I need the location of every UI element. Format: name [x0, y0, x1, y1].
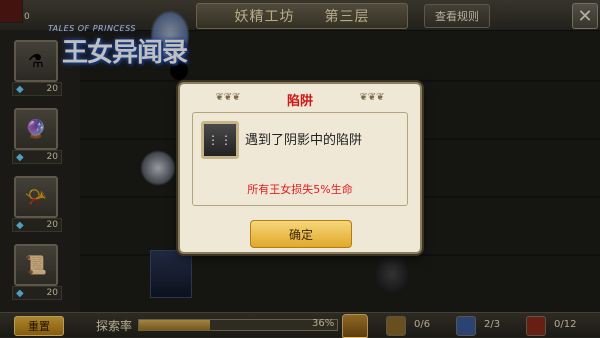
dialog-content: ⋮⋮ 遇到了阴影中的陷阱 所有王女损失5%生命: [192, 112, 408, 206]
dialog-title: 陷阱: [286, 94, 313, 109]
trap-effect: 所有王女损失5%生命: [247, 183, 353, 196]
trap-message: 遇到了阴影中的陷阱: [245, 133, 363, 148]
trap-dialog: ❦❦❦ ❦❦❦ 陷阱 ⋮⋮ 遇到了阴影中的陷阱 所有王女损失5%生命 确定: [178, 82, 422, 254]
confirm-button[interactable]: 确定: [250, 220, 352, 248]
trap-icon: ⋮⋮: [201, 121, 239, 159]
